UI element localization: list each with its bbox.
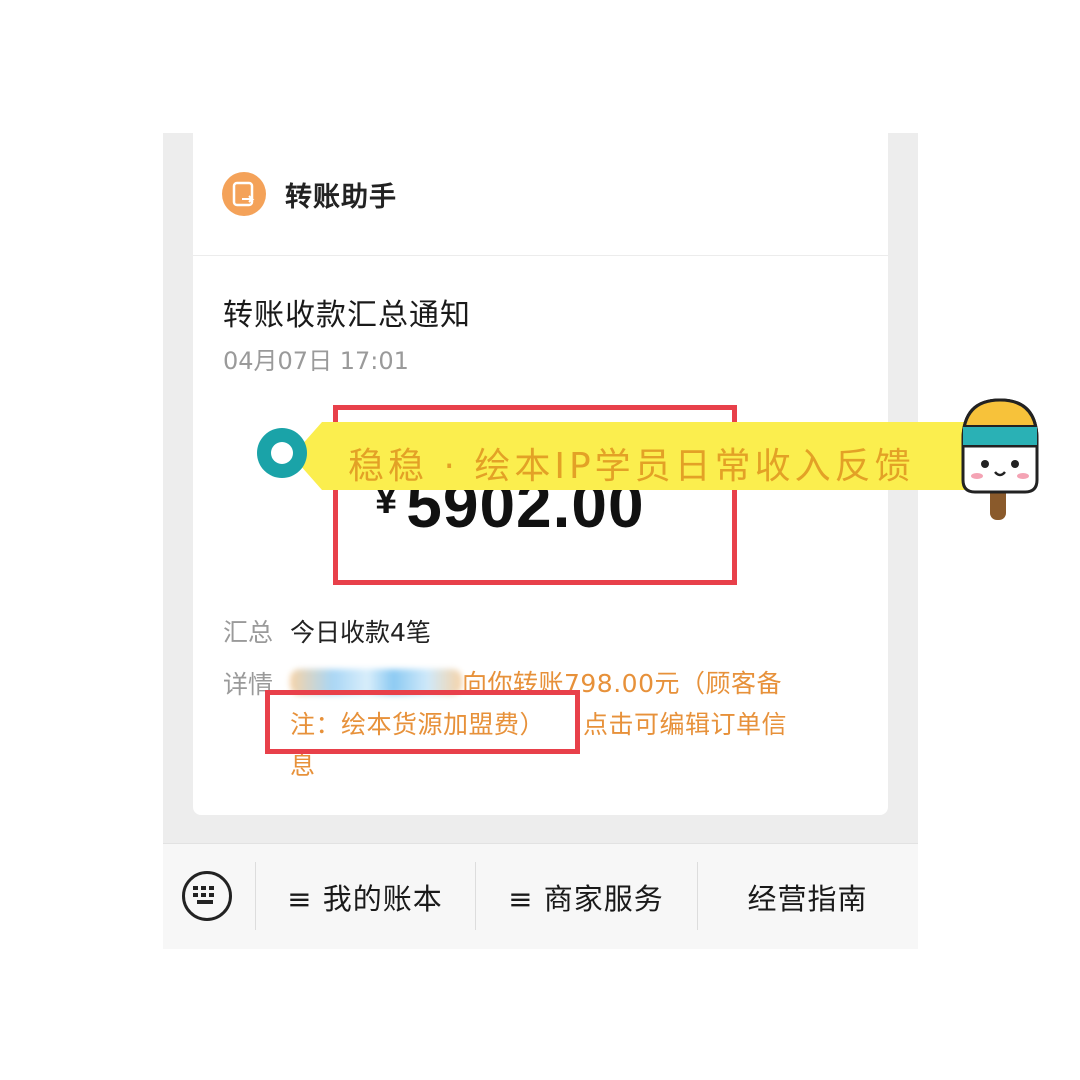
notification-time: 04月07日 17:01 — [223, 347, 409, 375]
summary-label: 汇总 — [223, 618, 274, 647]
note-highlight-box — [265, 690, 580, 754]
keyboard-icon[interactable] — [182, 871, 232, 921]
bottom-menu-bar: ≡ 我的账本 ≡ 商家服务 经营指南 — [163, 843, 918, 949]
edit-order-link[interactable]: 点击可编辑订单信 — [583, 710, 787, 739]
tab-merchant-services[interactable]: ≡ 商家服务 — [475, 844, 697, 949]
detail-line-4: 息 — [290, 751, 316, 780]
transfer-assistant-icon — [222, 172, 266, 216]
card-header: 转账助手 — [193, 133, 888, 256]
tab-business-guide[interactable]: 经营指南 — [697, 844, 918, 949]
banner-caption: 稳稳 · 绘本IP学员日常收入反馈 — [348, 446, 915, 487]
tab-my-ledger[interactable]: ≡ 我的账本 — [255, 844, 475, 949]
notification-title: 转账收款汇总通知 — [223, 298, 471, 333]
tag-ring-icon — [257, 428, 307, 478]
phone-screen: 转账助手 转账收款汇总通知 04月07日 17:01 ¥5902.00 汇总 今… — [163, 133, 918, 949]
popsicle-sticker-icon — [961, 398, 1039, 520]
app-name: 转账助手 — [285, 182, 397, 213]
summary-value: 今日收款4笔 — [290, 618, 431, 647]
